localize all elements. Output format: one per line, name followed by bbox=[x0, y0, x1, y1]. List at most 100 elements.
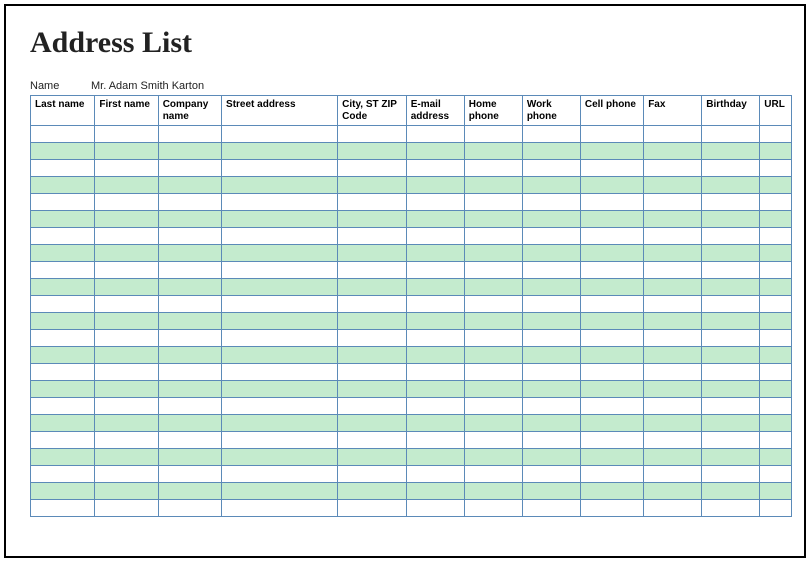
table-cell[interactable] bbox=[580, 381, 643, 398]
table-cell[interactable] bbox=[95, 500, 158, 517]
table-row[interactable] bbox=[31, 228, 792, 245]
table-cell[interactable] bbox=[158, 432, 221, 449]
table-cell[interactable] bbox=[580, 364, 643, 381]
table-cell[interactable] bbox=[760, 500, 792, 517]
table-row[interactable] bbox=[31, 415, 792, 432]
table-row[interactable] bbox=[31, 262, 792, 279]
table-cell[interactable] bbox=[580, 279, 643, 296]
table-cell[interactable] bbox=[222, 483, 338, 500]
table-cell[interactable] bbox=[31, 449, 95, 466]
table-cell[interactable] bbox=[580, 126, 643, 143]
table-cell[interactable] bbox=[406, 398, 464, 415]
table-cell[interactable] bbox=[760, 415, 792, 432]
table-cell[interactable] bbox=[338, 143, 407, 160]
table-cell[interactable] bbox=[702, 160, 760, 177]
table-cell[interactable] bbox=[158, 347, 221, 364]
table-cell[interactable] bbox=[522, 347, 580, 364]
table-cell[interactable] bbox=[760, 194, 792, 211]
table-cell[interactable] bbox=[222, 313, 338, 330]
table-cell[interactable] bbox=[95, 160, 158, 177]
table-cell[interactable] bbox=[95, 279, 158, 296]
table-row[interactable] bbox=[31, 296, 792, 313]
table-cell[interactable] bbox=[222, 296, 338, 313]
table-cell[interactable] bbox=[158, 279, 221, 296]
table-cell[interactable] bbox=[158, 194, 221, 211]
table-cell[interactable] bbox=[580, 483, 643, 500]
table-cell[interactable] bbox=[760, 449, 792, 466]
table-cell[interactable] bbox=[464, 500, 522, 517]
table-cell[interactable] bbox=[760, 143, 792, 160]
table-cell[interactable] bbox=[338, 228, 407, 245]
table-cell[interactable] bbox=[222, 211, 338, 228]
table-cell[interactable] bbox=[222, 415, 338, 432]
table-cell[interactable] bbox=[158, 262, 221, 279]
table-cell[interactable] bbox=[406, 211, 464, 228]
table-cell[interactable] bbox=[644, 228, 702, 245]
table-cell[interactable] bbox=[338, 126, 407, 143]
table-cell[interactable] bbox=[702, 415, 760, 432]
table-cell[interactable] bbox=[702, 432, 760, 449]
table-cell[interactable] bbox=[158, 330, 221, 347]
table-cell[interactable] bbox=[406, 381, 464, 398]
table-cell[interactable] bbox=[338, 194, 407, 211]
table-cell[interactable] bbox=[644, 449, 702, 466]
table-cell[interactable] bbox=[580, 432, 643, 449]
table-cell[interactable] bbox=[158, 126, 221, 143]
table-cell[interactable] bbox=[222, 364, 338, 381]
table-cell[interactable] bbox=[522, 296, 580, 313]
table-cell[interactable] bbox=[580, 466, 643, 483]
table-cell[interactable] bbox=[158, 296, 221, 313]
table-cell[interactable] bbox=[31, 432, 95, 449]
table-row[interactable] bbox=[31, 143, 792, 160]
table-cell[interactable] bbox=[644, 347, 702, 364]
table-cell[interactable] bbox=[522, 228, 580, 245]
table-cell[interactable] bbox=[464, 194, 522, 211]
table-cell[interactable] bbox=[338, 432, 407, 449]
table-cell[interactable] bbox=[95, 415, 158, 432]
table-cell[interactable] bbox=[406, 245, 464, 262]
table-cell[interactable] bbox=[760, 381, 792, 398]
table-cell[interactable] bbox=[760, 432, 792, 449]
table-cell[interactable] bbox=[702, 364, 760, 381]
table-cell[interactable] bbox=[644, 126, 702, 143]
table-cell[interactable] bbox=[95, 449, 158, 466]
table-cell[interactable] bbox=[644, 160, 702, 177]
table-cell[interactable] bbox=[222, 381, 338, 398]
table-cell[interactable] bbox=[158, 143, 221, 160]
table-cell[interactable] bbox=[406, 415, 464, 432]
table-cell[interactable] bbox=[522, 483, 580, 500]
table-cell[interactable] bbox=[644, 279, 702, 296]
table-cell[interactable] bbox=[338, 483, 407, 500]
table-cell[interactable] bbox=[464, 245, 522, 262]
table-cell[interactable] bbox=[464, 177, 522, 194]
table-cell[interactable] bbox=[702, 330, 760, 347]
table-cell[interactable] bbox=[522, 381, 580, 398]
table-cell[interactable] bbox=[702, 500, 760, 517]
table-row[interactable] bbox=[31, 330, 792, 347]
table-cell[interactable] bbox=[158, 160, 221, 177]
table-cell[interactable] bbox=[95, 381, 158, 398]
table-cell[interactable] bbox=[702, 143, 760, 160]
table-cell[interactable] bbox=[580, 313, 643, 330]
table-cell[interactable] bbox=[464, 398, 522, 415]
table-cell[interactable] bbox=[338, 177, 407, 194]
table-cell[interactable] bbox=[522, 466, 580, 483]
table-cell[interactable] bbox=[644, 381, 702, 398]
table-cell[interactable] bbox=[406, 262, 464, 279]
table-cell[interactable] bbox=[464, 330, 522, 347]
table-row[interactable] bbox=[31, 177, 792, 194]
table-cell[interactable] bbox=[31, 211, 95, 228]
table-cell[interactable] bbox=[158, 500, 221, 517]
table-cell[interactable] bbox=[580, 347, 643, 364]
table-cell[interactable] bbox=[644, 415, 702, 432]
table-cell[interactable] bbox=[158, 228, 221, 245]
table-cell[interactable] bbox=[644, 245, 702, 262]
table-cell[interactable] bbox=[158, 211, 221, 228]
table-cell[interactable] bbox=[580, 211, 643, 228]
table-cell[interactable] bbox=[760, 466, 792, 483]
table-cell[interactable] bbox=[702, 228, 760, 245]
table-cell[interactable] bbox=[406, 194, 464, 211]
table-cell[interactable] bbox=[464, 126, 522, 143]
table-cell[interactable] bbox=[580, 160, 643, 177]
table-cell[interactable] bbox=[464, 313, 522, 330]
